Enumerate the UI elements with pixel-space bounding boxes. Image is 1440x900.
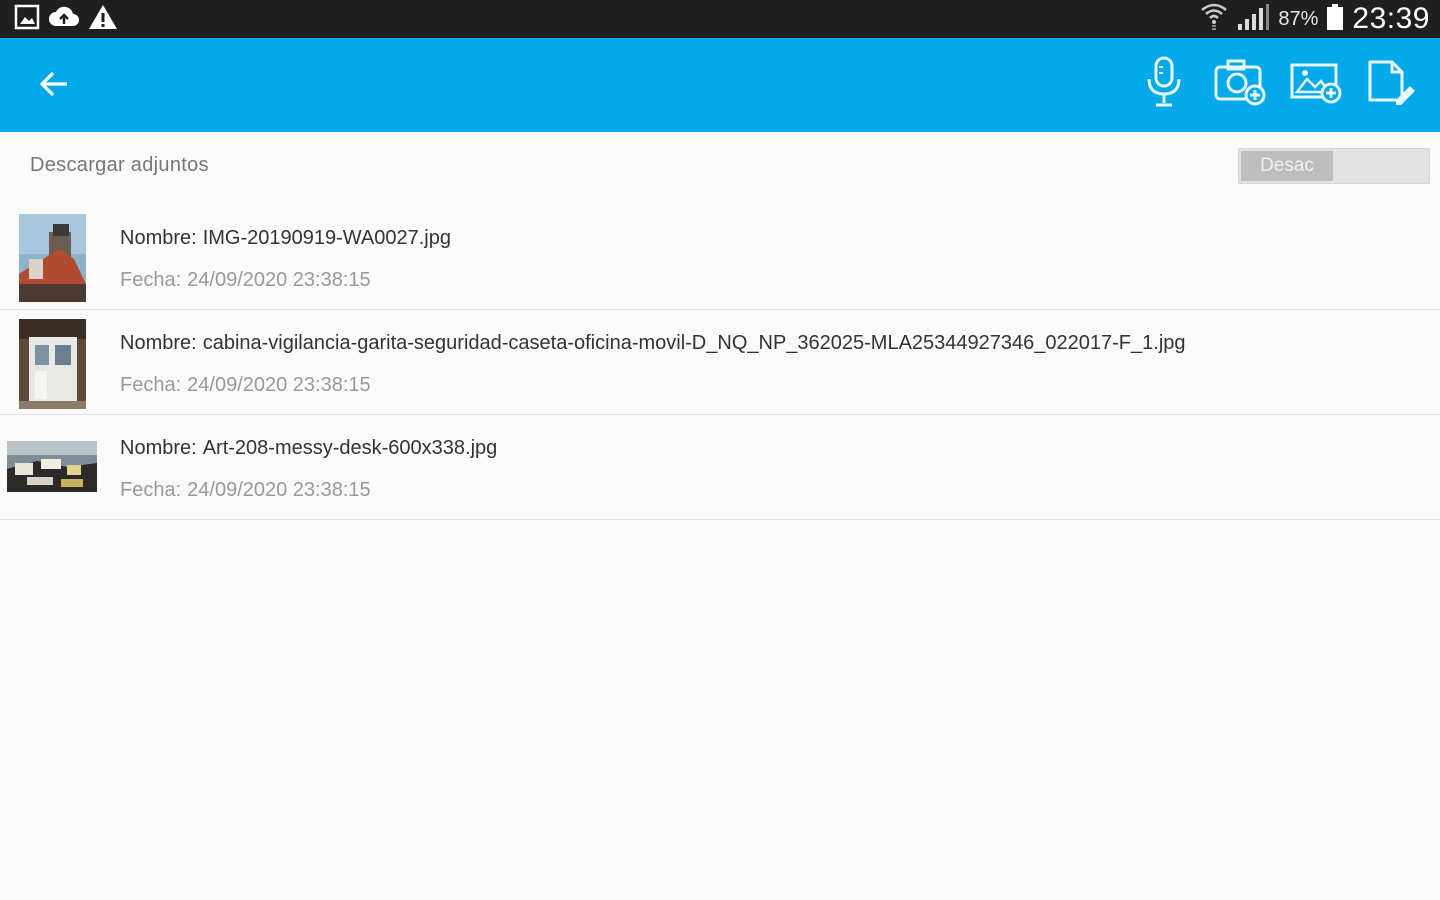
clock: 23:39	[1352, 2, 1430, 35]
take-photo-button[interactable]	[1214, 56, 1266, 112]
date-label: Fecha:	[120, 374, 182, 396]
list-item[interactable]: Nombre: IMG-20190919-WA0027.jpg Fecha: 24/…	[0, 205, 1440, 310]
name-label: Nombre:	[120, 332, 197, 354]
date-value: 24/09/2020 23:38:15	[187, 479, 371, 501]
back-button[interactable]	[30, 64, 78, 108]
attachment-date: Fecha: 24/09/2020 23:38:15	[120, 479, 371, 502]
attachment-thumbnail	[19, 214, 86, 302]
edit-file-button[interactable]	[1366, 56, 1418, 112]
battery-percent: 87%	[1278, 7, 1319, 30]
file-edit-icon	[1366, 58, 1418, 111]
download-attachments-row: Descargar adjuntos	[0, 132, 1440, 202]
list-item[interactable]: Nombre: Art-208-messy-desk-600x338.jpg Fe…	[0, 415, 1440, 520]
toggle-knob: Desac	[1241, 151, 1333, 181]
status-bar-system: 87% 23:39	[1200, 0, 1430, 38]
cloud-upload-icon	[48, 4, 80, 35]
status-bar: 87% 23:39	[0, 0, 1440, 38]
name-label: Nombre:	[120, 227, 197, 249]
download-attachments-label: Descargar adjuntos	[30, 154, 209, 176]
date-value: 24/09/2020 23:38:15	[187, 374, 371, 396]
gallery-icon	[14, 4, 40, 35]
name-label: Nombre:	[120, 437, 197, 459]
date-value: 24/09/2020 23:38:15	[187, 269, 371, 291]
attachment-date: Fecha: 24/09/2020 23:38:15	[120, 374, 371, 397]
file-name: Art-208-messy-desk-600x338.jpg	[202, 437, 498, 459]
camera-add-icon	[1213, 57, 1267, 112]
microphone-icon	[1144, 55, 1184, 114]
attachment-date: Fecha: 24/09/2020 23:38:15	[120, 269, 371, 292]
signal-icon	[1236, 2, 1270, 37]
arrow-back-icon	[39, 70, 69, 103]
record-audio-button[interactable]	[1138, 56, 1190, 112]
toolbar-actions	[1138, 56, 1418, 112]
file-name: cabina-vigilancia-garita-seguridad-caset…	[202, 332, 1186, 354]
attachment-name: Nombre: IMG-20190919-WA0027.jpg	[120, 227, 451, 250]
attachment-name: Nombre: cabina-vigilancia-garita-segurida…	[120, 332, 1186, 355]
list-item[interactable]: Nombre: cabina-vigilancia-garita-segurida…	[0, 310, 1440, 415]
attachment-name: Nombre: Art-208-messy-desk-600x338.jpg	[120, 437, 497, 460]
status-bar-notifications	[14, 3, 118, 36]
add-image-button[interactable]	[1290, 56, 1342, 112]
warning-icon	[88, 3, 118, 36]
attachment-list: Nombre: IMG-20190919-WA0027.jpg Fecha: 24/…	[0, 205, 1440, 520]
date-label: Fecha:	[120, 269, 182, 291]
attachment-thumbnail	[7, 441, 97, 492]
download-attachments-toggle[interactable]: Desac	[1238, 148, 1430, 184]
wifi-icon	[1200, 2, 1228, 37]
attachment-thumbnail	[19, 319, 86, 409]
app-toolbar	[0, 38, 1440, 132]
image-add-icon	[1289, 59, 1343, 110]
battery-icon	[1326, 3, 1344, 36]
file-name: IMG-20190919-WA0027.jpg	[202, 227, 451, 249]
date-label: Fecha:	[120, 479, 182, 501]
